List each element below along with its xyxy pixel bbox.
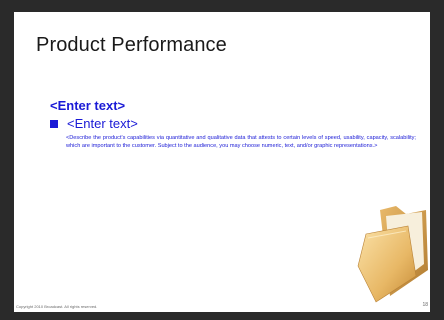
page-number: 18 — [422, 302, 428, 308]
square-bullet-icon — [50, 119, 58, 128]
copyright-notice: Copyright 2010 Broadcast. All rights res… — [16, 304, 98, 309]
slide: Product Performance <Enter text> <Enter … — [14, 12, 430, 312]
description-text: <Describe the product's capabilities via… — [66, 135, 416, 150]
bullet-text: <Enter text> — [67, 116, 138, 131]
folder-icon — [357, 206, 428, 303]
slide-title: Product Performance — [36, 34, 227, 56]
subheading: <Enter text> — [50, 98, 126, 113]
presentation-frame: Product Performance <Enter text> <Enter … — [0, 0, 444, 320]
bullet-item: <Enter text> — [50, 116, 138, 131]
